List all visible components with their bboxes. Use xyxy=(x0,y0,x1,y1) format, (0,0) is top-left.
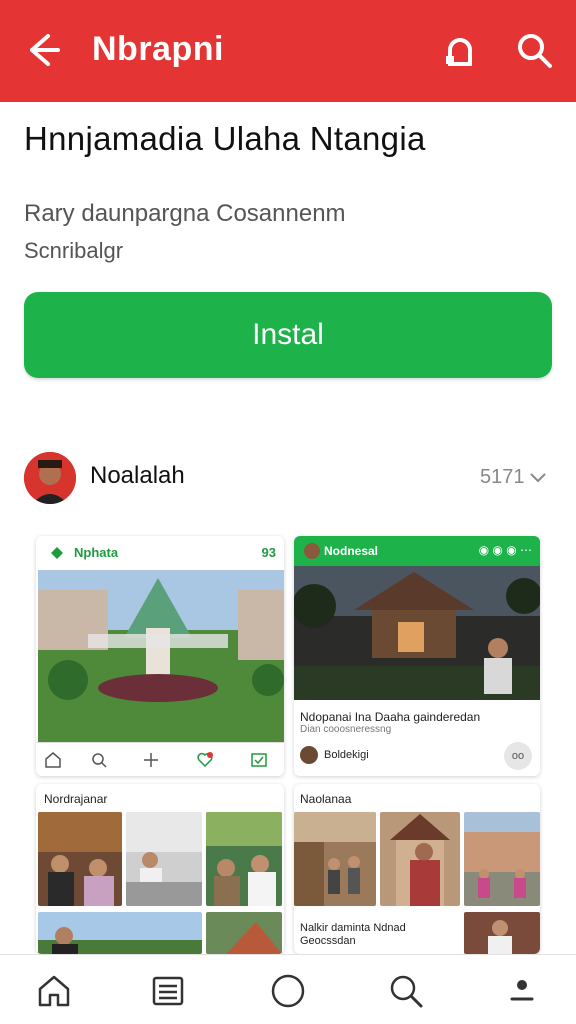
screenshot-card[interactable]: Nordrajanar xyxy=(36,784,284,954)
heart-icon xyxy=(197,752,213,768)
photo-tile xyxy=(294,812,376,906)
screenshot-card[interactable]: Nphata 93 xyxy=(36,536,284,776)
circle-icon[interactable] xyxy=(270,973,306,1009)
profile-icon[interactable] xyxy=(504,973,540,1009)
photo-tile xyxy=(380,812,460,906)
app-title: Hnnjamadia Ulaha Ntangia xyxy=(24,120,426,157)
photo-tile xyxy=(206,912,282,954)
plus-icon xyxy=(144,753,158,767)
screenshot-card[interactable]: Naolanaa Nalkir daminta Ndnad Geocssdan xyxy=(294,784,540,954)
developer-avatar[interactable] xyxy=(24,452,76,504)
photo-tile xyxy=(464,912,540,954)
card-header-label: Nphata xyxy=(74,545,119,560)
card-tab-bar xyxy=(36,742,284,776)
search-icon xyxy=(92,753,107,768)
arrow-left-icon[interactable] xyxy=(22,30,62,70)
diamond-icon xyxy=(51,547,63,559)
screenshot-card[interactable]: Nodnesal ◉ ◉ ◉ ⋯ Ndopanai Ina Daaha gain… xyxy=(294,536,540,776)
post-username: Boldekigi xyxy=(324,749,369,761)
post-caption: Nalkir daminta Ndnad Geocssdan xyxy=(300,922,406,947)
developer-name[interactable]: Noalalah xyxy=(90,462,185,490)
screenshot-gallery[interactable]: Nphata 93 Nodnesal ◉ ◉ ◉ ⋯ Ndopanai Ina … xyxy=(30,530,546,954)
share-icon[interactable] xyxy=(440,30,480,70)
header-title: Nbrapni xyxy=(92,30,224,68)
house-photo xyxy=(294,566,540,700)
app-subtitle-2: Scnribalgr xyxy=(24,238,124,263)
photo-tile xyxy=(38,812,122,906)
more-button[interactable]: oo xyxy=(504,742,532,770)
card-label: Nordrajanar xyxy=(44,792,108,806)
home-icon xyxy=(45,752,61,768)
photo-tile xyxy=(464,812,540,906)
home-icon[interactable] xyxy=(36,973,72,1009)
list-icon[interactable] xyxy=(150,973,186,1009)
developer-count: 5171 xyxy=(480,466,525,488)
card-header-label: Nodnesal xyxy=(324,544,379,558)
search-icon[interactable] xyxy=(514,30,554,70)
post-caption: Ndopanai Ina Daaha gainderedan Dian cooo… xyxy=(300,710,481,735)
message-icon xyxy=(251,753,267,767)
more-icon: ◉ ◉ ◉ ⋯ xyxy=(478,543,532,557)
chevron-down-icon[interactable] xyxy=(528,470,548,486)
photo-tile xyxy=(38,912,202,954)
temple-photo xyxy=(38,570,284,742)
card-label: Naolanaa xyxy=(300,792,352,806)
install-button[interactable]: Instal xyxy=(24,292,552,378)
search-icon[interactable] xyxy=(388,973,424,1009)
photo-tile xyxy=(126,812,202,906)
photo-tile xyxy=(206,812,282,906)
bottom-navigation xyxy=(0,954,576,1024)
app-subtitle: Rary daunpargna Cosannenm xyxy=(24,200,346,227)
app-header: Nbrapni xyxy=(0,0,576,102)
avatar xyxy=(300,746,318,764)
card-header-count: 93 xyxy=(261,545,276,560)
avatar xyxy=(304,543,320,559)
